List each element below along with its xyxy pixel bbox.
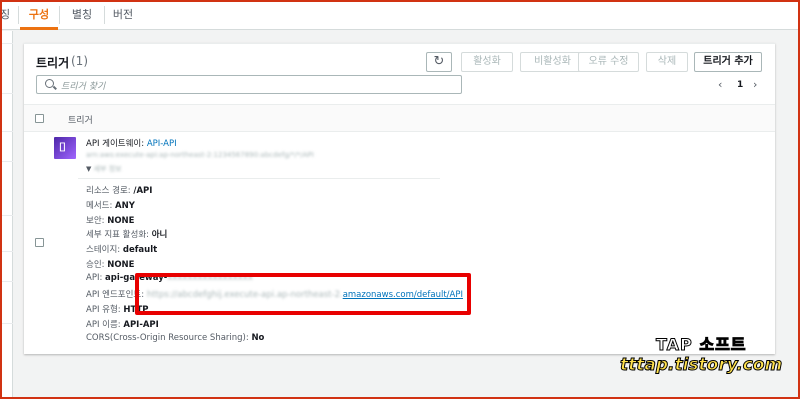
detail-key: 승인: [86, 260, 105, 270]
detail-key: CORS(Cross-Origin Resource Sharing): [86, 333, 249, 343]
divider [0, 251, 13, 252]
caret-down-icon: ▼ [86, 165, 94, 173]
divider [0, 43, 13, 44]
details-toggle[interactable]: ▼ 세부 정보 [86, 164, 122, 174]
refresh-icon: ↻ [433, 54, 445, 69]
detail-value: default [122, 245, 158, 255]
divider [0, 93, 13, 94]
detail-key: API 이름: [86, 320, 121, 330]
divider [0, 161, 13, 162]
divider [0, 131, 13, 132]
tab-bar: 징 구성 별칭 버전 [0, 0, 800, 30]
detail-api-name: API 이름: API-API [86, 318, 159, 330]
detail-value: NONE [107, 260, 135, 270]
page-number[interactable]: 1 [737, 80, 743, 90]
tab-versions[interactable]: 버전 [106, 0, 140, 30]
disable-button[interactable]: 비활성화 [520, 52, 585, 72]
column-header-trigger: 트리거 [68, 116, 93, 126]
detail-key: 보안: [86, 216, 105, 226]
details-toggle-label: 세부 정보 [93, 165, 122, 173]
detail-value: /API [133, 186, 153, 196]
tab-divider [59, 6, 60, 24]
trigger-title: API 게이트웨이: API-API [86, 137, 177, 149]
detail-authorization: 승인: NONE [86, 258, 134, 270]
detail-key: 스테이지: [86, 245, 121, 255]
divider [0, 215, 13, 216]
detail-method: 메서드: ANY [86, 199, 135, 211]
next-page-icon[interactable]: › [753, 78, 757, 91]
divider [0, 323, 13, 324]
highlight-box [135, 273, 471, 315]
trigger-count: (1) [71, 54, 88, 68]
watermark-url: tttap.tistory.com [619, 355, 783, 376]
detail-key: 메서드: [86, 201, 113, 211]
detail-resource-path: 리소스 경로: /API [86, 184, 152, 196]
tab-configuration[interactable]: 구성 [20, 0, 58, 30]
detail-stage: 스테이지: default [86, 243, 157, 255]
table-header: 트리거 [24, 104, 775, 132]
tab-aliases[interactable]: 별칭 [62, 0, 102, 30]
trigger-type-label: API 게이트웨이: [86, 139, 145, 149]
select-all-checkbox[interactable] [35, 114, 44, 123]
prev-page-icon[interactable]: ‹ [718, 78, 722, 91]
fix-errors-button[interactable]: 오류 수정 [578, 52, 639, 72]
row-checkbox[interactable] [35, 238, 44, 247]
search-input[interactable]: 트리거 찾기 [36, 75, 462, 94]
detail-key: 리소스 경로: [86, 186, 131, 196]
watermark-title: TAP 소프트 [656, 335, 747, 355]
api-gateway-icon: ⌷ [54, 137, 76, 159]
divider [0, 281, 13, 282]
delete-button[interactable]: 삭제 [646, 52, 688, 72]
enable-button[interactable]: 활성화 [461, 52, 513, 72]
left-panel [0, 31, 13, 399]
tab-divider [18, 6, 19, 24]
detail-cors: CORS(Cross-Origin Resource Sharing): No [86, 333, 264, 343]
detail-security: 보안: NONE [86, 214, 134, 226]
detail-value: NONE [107, 216, 135, 226]
panel-title: 트리거 [36, 56, 70, 70]
divider [78, 178, 440, 179]
search-placeholder: 트리거 찾기 [61, 82, 106, 92]
tab-divider [104, 6, 105, 24]
detail-key: API 유형: [86, 305, 121, 315]
refresh-button[interactable]: ↻ [426, 52, 452, 72]
detail-metrics: 세부 지표 활성화: 아니 [86, 228, 167, 240]
add-trigger-button[interactable]: 트리거 추가 [694, 52, 762, 72]
detail-value: 아니 [151, 230, 168, 240]
trigger-arn: arn:aws:execute-api:ap-northeast-2:12345… [86, 151, 314, 159]
detail-key: API: [86, 273, 103, 283]
detail-value: No [251, 333, 265, 343]
detail-value: API-API [123, 320, 159, 330]
detail-value: ANY [115, 201, 135, 211]
tab-partial[interactable]: 징 [0, 0, 16, 30]
trigger-api-link[interactable]: API-API [147, 139, 177, 149]
search-icon [45, 79, 54, 88]
detail-key: 세부 지표 활성화: [86, 230, 150, 240]
